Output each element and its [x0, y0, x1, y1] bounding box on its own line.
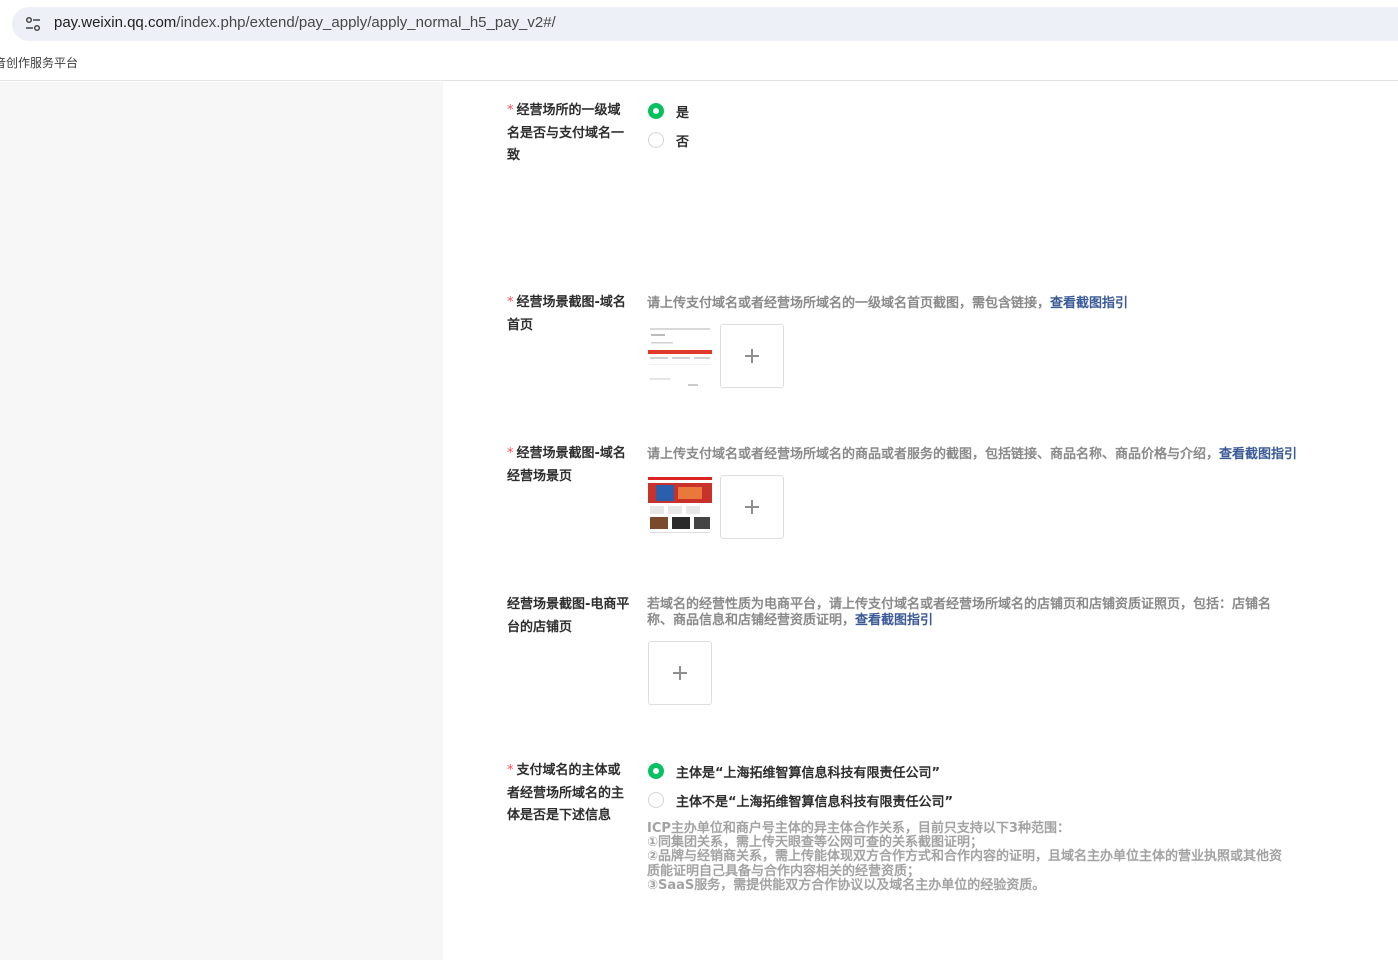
shop-screenshot-hint-line2: 称、商品信息和店铺经营资质证明，查看截图指引 [647, 613, 934, 628]
upload-button-scene[interactable] [720, 475, 784, 539]
plus-icon [745, 500, 759, 514]
entity-cooperation-note: ICP主办单位和商户号主体的异主体合作关系，目前只支持以下3种范围： ①同集团关… [647, 821, 1283, 893]
scene-screenshot-hint: 请上传支付域名或者经营场所域名的商品或者服务的截图，包括链接、商品名称、商品价格… [647, 447, 1298, 462]
site-settings-icon[interactable] [24, 16, 42, 32]
address-bar: pay.weixin.qq.com/index.php/extend/pay_a… [0, 0, 1398, 48]
radio-option-entity-same[interactable]: 主体是“上海拓维智算信息科技有限责任公司” [648, 761, 940, 781]
radio-option-no[interactable]: 否 [648, 130, 689, 150]
screenshot-guide-link[interactable]: 查看截图指引 [855, 613, 933, 628]
radio-button-unchecked[interactable] [648, 132, 664, 148]
screenshot-guide-link[interactable]: 查看截图指引 [1219, 447, 1297, 462]
left-sidebar [0, 82, 443, 960]
plus-icon [673, 666, 687, 680]
plus-icon [745, 349, 759, 363]
entity-label: * 支付域名的主体或者经营场所域名的主体是否是下述信息 [507, 763, 625, 823]
homepage-screenshot-hint: 请上传支付域名或者经营场所域名的一级域名首页截图，需包含链接，查看截图指引 [647, 296, 1129, 311]
screenshot-guide-link[interactable]: 查看截图指引 [1050, 296, 1128, 311]
upload-button-homepage[interactable] [720, 324, 784, 388]
radio-button-unchecked[interactable] [648, 792, 664, 808]
homepage-screenshot-label: * 经营场景截图-域名首页 [507, 295, 626, 333]
radio-button-checked[interactable] [648, 103, 664, 119]
url-text: pay.weixin.qq.com/index.php/extend/pay_a… [54, 14, 556, 31]
uploaded-thumbnail-homepage[interactable] [648, 324, 712, 388]
radio-button-checked[interactable] [648, 763, 664, 779]
scene-screenshot-label: * 经营场景截图-域名经营场景页 [507, 446, 626, 484]
radio-option-entity-different[interactable]: 主体不是“上海拓维智算信息科技有限责任公司” [648, 790, 953, 810]
radio-option-yes[interactable]: 是 [648, 101, 689, 121]
bookmarks-bar: 音创作服务平台 [0, 48, 1398, 81]
domain-match-label: * 经营场所的一级域名是否与支付域名一致 [507, 103, 625, 163]
bookmark-item[interactable]: 音创作服务平台 [0, 54, 78, 71]
url-field[interactable]: pay.weixin.qq.com/index.php/extend/pay_a… [12, 7, 1398, 41]
shop-screenshot-hint-line1: 若域名的经营性质为电商平台，请上传支付域名或者经营场所域名的店铺页和店铺资质证照… [647, 597, 1272, 612]
upload-button-shop[interactable] [648, 641, 712, 705]
shop-screenshot-label: 经营场景截图-电商平台的店铺页 [507, 597, 630, 635]
uploaded-thumbnail-scene[interactable] [648, 475, 712, 539]
